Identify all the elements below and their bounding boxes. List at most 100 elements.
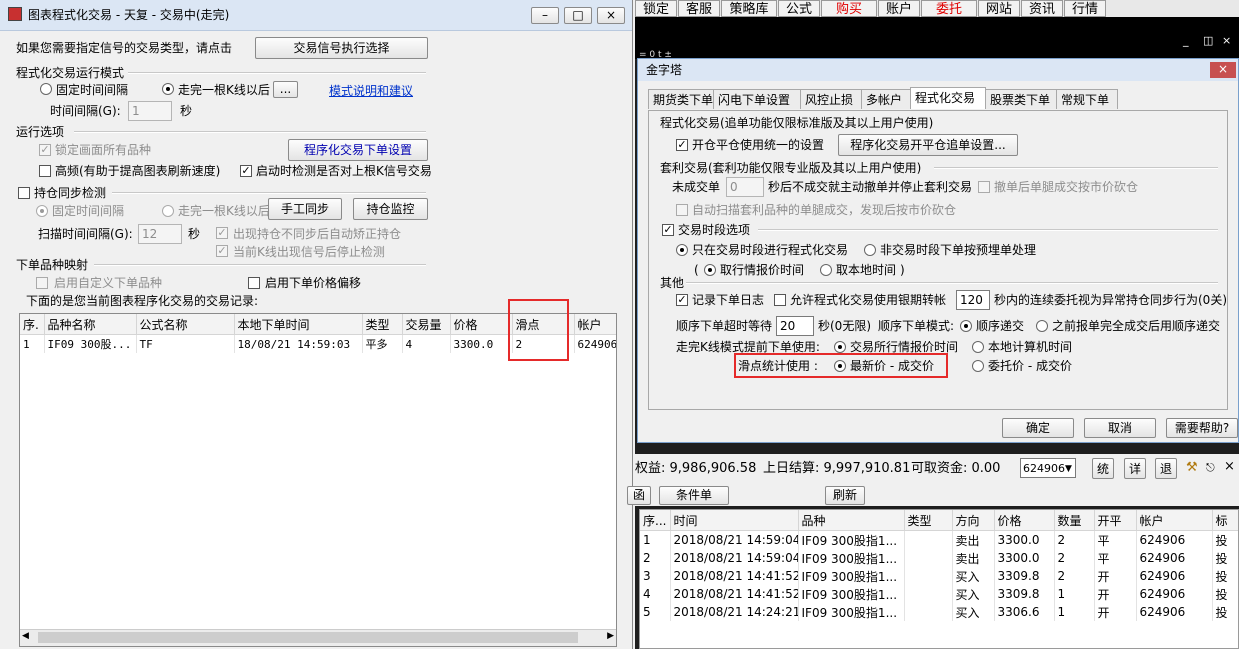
cancel-market-checkbox[interactable] <box>978 181 990 193</box>
table-row[interactable]: 3 2018/08/21 14:41:52 IF09 300股指1... 买入 3309… <box>640 567 1238 585</box>
non-session-radio[interactable] <box>864 244 876 256</box>
help-button[interactable]: 需要帮助? <box>1166 418 1238 438</box>
more-button[interactable]: ... <box>273 81 298 98</box>
tab-stock[interactable]: 股票类下单 <box>985 89 1057 109</box>
seq-timeout-input[interactable]: 20 <box>776 316 814 336</box>
col-type[interactable]: 类型 <box>362 314 403 335</box>
col-direction[interactable]: 方向 <box>952 510 995 531</box>
close-button[interactable]: × <box>597 7 625 24</box>
col-seq[interactable]: 序. <box>20 314 45 335</box>
auto-correct-checkbox[interactable]: ✓ <box>216 227 228 239</box>
col-seq[interactable]: 序... <box>640 510 671 531</box>
tab-futures[interactable]: 期货类下单 <box>648 89 714 109</box>
allow-bank-checkbox[interactable] <box>774 294 786 306</box>
tab-program[interactable]: 程式化交易 <box>910 87 986 109</box>
open-close-button[interactable]: 程序化交易开平仓追单设置... <box>838 134 1018 156</box>
scan-input[interactable]: 12 <box>138 224 182 244</box>
manual-sync-button[interactable]: 手工同步 <box>268 198 342 220</box>
quote-time-radio[interactable] <box>704 264 716 276</box>
col-price[interactable]: 价格 <box>994 510 1055 531</box>
minimize-button[interactable]: – <box>531 7 559 24</box>
price-offset-checkbox[interactable] <box>248 277 260 289</box>
col-time[interactable]: 时间 <box>670 510 799 531</box>
toolbar-strategy[interactable]: 策略库 <box>721 0 777 17</box>
btn-detail[interactable]: 详 <box>1124 458 1146 479</box>
refresh-button[interactable]: 刷新 <box>825 486 865 505</box>
order-settings-button[interactable]: 程序化交易下单设置 <box>288 139 428 161</box>
toolbar-quotes[interactable]: 行情 <box>1064 0 1106 17</box>
local-time-radio[interactable] <box>820 264 832 276</box>
fixed-interval-radio[interactable] <box>40 83 52 95</box>
signal-select-button[interactable]: 交易信号执行选择 <box>255 37 428 59</box>
log-checkbox[interactable]: ✓ <box>676 294 688 306</box>
strip-restore-icon[interactable]: ◫ <box>1203 33 1213 49</box>
fixed-interval2-radio[interactable] <box>36 205 48 217</box>
account-select[interactable]: 624906 ▼ <box>1020 458 1076 478</box>
col-time[interactable]: 本地下单时间 <box>234 314 363 335</box>
btn-stats[interactable]: 统 <box>1092 458 1114 479</box>
table-row[interactable]: 2 2018/08/21 14:59:04 IF09 300股指1... 卖出 3300… <box>640 549 1238 567</box>
after-bar2-radio[interactable] <box>162 205 174 217</box>
tab-multi[interactable]: 多帐户 <box>861 89 911 109</box>
scroll-right-icon[interactable]: ▶ <box>607 631 614 641</box>
horizontal-scrollbar[interactable]: ◀ ▶ <box>20 629 616 646</box>
scroll-left-icon[interactable]: ◀ <box>22 631 29 641</box>
auto-scan-checkbox[interactable] <box>676 204 688 216</box>
col-account[interactable]: 帐户 <box>1136 510 1213 531</box>
exchange-time-radio[interactable] <box>834 341 846 353</box>
unfilled-input[interactable]: 0 <box>726 177 764 197</box>
mode-help-link[interactable]: 模式说明和建议 <box>329 82 413 99</box>
tools-icon[interactable]: ⚒ <box>1186 460 1198 476</box>
scroll-thumb[interactable] <box>38 632 578 643</box>
maximize-button[interactable]: □ <box>564 7 592 24</box>
table-row[interactable]: 1 2018/08/21 14:59:04 IF09 300股指1... 卖出 3300… <box>640 530 1238 549</box>
btn-exit[interactable]: 退 <box>1155 458 1177 479</box>
col-qty[interactable]: 数量 <box>1054 510 1095 531</box>
cond-left-button[interactable]: 函 <box>627 486 651 505</box>
cancel-button[interactable]: 取消 <box>1084 418 1156 438</box>
session-checkbox[interactable]: ✓ <box>662 224 674 236</box>
ok-button[interactable]: 确定 <box>1002 418 1074 438</box>
latest-price-radio[interactable] <box>834 360 846 372</box>
local-calc-radio[interactable] <box>972 341 984 353</box>
toolbar-website[interactable]: 网站 <box>978 0 1020 17</box>
position-monitor-button[interactable]: 持仓监控 <box>353 198 428 220</box>
toolbar-account[interactable]: 账户 <box>878 0 920 17</box>
seq-deliver-radio[interactable] <box>960 320 972 332</box>
col-type[interactable]: 类型 <box>904 510 953 531</box>
panel-close-icon[interactable]: × <box>1224 459 1235 475</box>
dialog-close-button[interactable]: × <box>1210 62 1236 78</box>
strip-close-icon[interactable]: × <box>1222 33 1231 49</box>
cond-order-button[interactable]: 条件单 <box>659 486 729 505</box>
unified-checkbox[interactable]: ✓ <box>676 139 688 151</box>
toolbar-buy[interactable]: 购买 <box>821 0 877 17</box>
interval-input[interactable]: 1 <box>128 101 172 121</box>
tab-regular[interactable]: 常规下单 <box>1056 89 1118 109</box>
high-freq-checkbox[interactable] <box>39 165 51 177</box>
sync-detect-checkbox[interactable] <box>18 187 30 199</box>
col-account[interactable]: 帐户 <box>574 314 616 335</box>
consec-input[interactable]: 120 <box>956 290 990 310</box>
custom-symbol-checkbox[interactable] <box>36 277 48 289</box>
order-price-radio[interactable] <box>972 360 984 372</box>
stop-detect-checkbox[interactable]: ✓ <box>216 245 228 257</box>
table-row[interactable]: 5 2018/08/21 14:24:21 IF09 300股指1... 买入 3306… <box>640 603 1238 621</box>
check-on-start-checkbox[interactable]: ✓ <box>240 165 252 177</box>
table-row[interactable]: 1 IF09 300股... TF 18/08/21 14:59:03 平多 4… <box>20 334 616 353</box>
lock-all-checkbox[interactable]: ✓ <box>39 144 51 156</box>
toolbar-formula[interactable]: 公式 <box>778 0 820 17</box>
toolbar-lock[interactable]: 锁定 <box>635 0 677 17</box>
toolbar-news[interactable]: 资讯 <box>1021 0 1063 17</box>
tab-flash[interactable]: 闪电下单设置 <box>713 89 801 109</box>
col-symbol[interactable]: 品种名称 <box>44 314 137 335</box>
col-volume[interactable]: 交易量 <box>402 314 451 335</box>
col-symbol[interactable]: 品种 <box>798 510 905 531</box>
toolbar-service[interactable]: 客服 <box>678 0 720 17</box>
tab-risk[interactable]: 风控止损 <box>800 89 862 109</box>
col-open-close[interactable]: 开平 <box>1094 510 1137 531</box>
seq-prev-radio[interactable] <box>1036 320 1048 332</box>
after-bar-radio[interactable] <box>162 83 174 95</box>
pin-icon[interactable]: ⎋ <box>1206 460 1215 476</box>
toolbar-entrust[interactable]: 委托 <box>921 0 977 17</box>
strip-minimize-icon[interactable]: _ <box>1183 33 1189 49</box>
